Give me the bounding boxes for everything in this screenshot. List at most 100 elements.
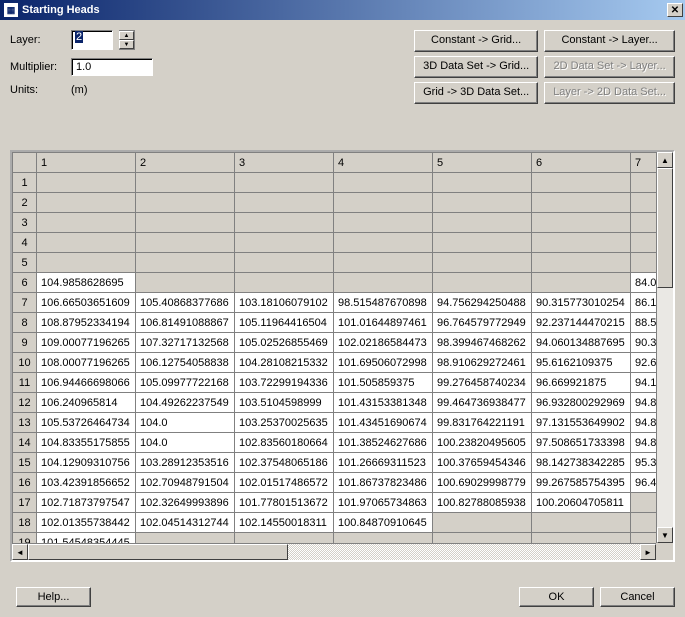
grid-cell[interactable]: 108.00077196265: [37, 353, 136, 373]
grid-cell[interactable]: 101.43451690674: [334, 413, 433, 433]
horizontal-scrollbar[interactable]: ◄ ►: [12, 543, 656, 560]
grid-cell[interactable]: [532, 233, 631, 253]
grid-cell[interactable]: 100.84870910645: [334, 513, 433, 533]
scroll-up-icon[interactable]: ▲: [657, 152, 673, 168]
grid-col-header[interactable]: 6: [532, 153, 631, 173]
grid-cell[interactable]: [235, 253, 334, 273]
grid-cell[interactable]: 101.77801513672: [235, 493, 334, 513]
grid-cell[interactable]: [433, 253, 532, 273]
grid-cell[interactable]: [37, 233, 136, 253]
grid-cell[interactable]: 101.86737823486: [334, 473, 433, 493]
grid-cell[interactable]: 106.94466698066: [37, 373, 136, 393]
grid-cell[interactable]: [433, 513, 532, 533]
grid-cell[interactable]: [37, 193, 136, 213]
grid-cell[interactable]: [334, 233, 433, 253]
grid-cell[interactable]: 94.060134887695: [532, 333, 631, 353]
grid-cell[interactable]: 99.276458740234: [433, 373, 532, 393]
grid-cell[interactable]: 101.38524627686: [334, 433, 433, 453]
grid-corner-header[interactable]: [13, 153, 37, 173]
grid-row-header[interactable]: 3: [13, 213, 37, 233]
scroll-thumb-h[interactable]: [28, 544, 288, 560]
grid-cell[interactable]: 102.70948791504: [136, 473, 235, 493]
grid-cell[interactable]: 106.240965814: [37, 393, 136, 413]
grid-cell[interactable]: 101.26669311523: [334, 453, 433, 473]
grid-cell[interactable]: [532, 193, 631, 213]
grid-cell[interactable]: 109.00077196265: [37, 333, 136, 353]
grid-cell[interactable]: [334, 273, 433, 293]
grid-cell[interactable]: [136, 213, 235, 233]
spinner-down-icon[interactable]: ▼: [119, 40, 134, 49]
grid-cell[interactable]: 96.764579772949: [433, 313, 532, 333]
multiplier-input[interactable]: 1.0: [71, 58, 153, 76]
grid-row-header[interactable]: 10: [13, 353, 37, 373]
scroll-left-icon[interactable]: ◄: [12, 544, 28, 560]
grid-cell[interactable]: [136, 173, 235, 193]
grid-cell[interactable]: [136, 193, 235, 213]
grid-row-header[interactable]: 9: [13, 333, 37, 353]
grid-cell[interactable]: [334, 213, 433, 233]
grid-row-header[interactable]: 11: [13, 373, 37, 393]
grid-cell[interactable]: [433, 273, 532, 293]
grid-cell[interactable]: 96.932800292969: [532, 393, 631, 413]
grid-row-header[interactable]: 7: [13, 293, 37, 313]
scroll-right-icon[interactable]: ►: [640, 544, 656, 560]
grid-cell[interactable]: [235, 273, 334, 293]
grid-cell[interactable]: [532, 273, 631, 293]
grid-row-header[interactable]: 14: [13, 433, 37, 453]
grid-cell[interactable]: 98.399467468262: [433, 333, 532, 353]
grid-cell[interactable]: 103.5104598999: [235, 393, 334, 413]
grid-cell[interactable]: 97.508651733398: [532, 433, 631, 453]
grid-row-header[interactable]: 16: [13, 473, 37, 493]
grid-cell[interactable]: [532, 513, 631, 533]
grid-cell[interactable]: 104.0: [136, 433, 235, 453]
grid-cell[interactable]: 99.267585754395: [532, 473, 631, 493]
grid-cell[interactable]: 103.28912353516: [136, 453, 235, 473]
grid-cell[interactable]: 100.37659454346: [433, 453, 532, 473]
grid-cell[interactable]: [136, 233, 235, 253]
grid-cell[interactable]: 102.02186584473: [334, 333, 433, 353]
grid-row-header[interactable]: 13: [13, 413, 37, 433]
grid-cell[interactable]: [334, 253, 433, 273]
grid-cell[interactable]: [433, 193, 532, 213]
grid-cell[interactable]: 105.53726464734: [37, 413, 136, 433]
grid-cell[interactable]: 102.71873797547: [37, 493, 136, 513]
help-button[interactable]: Help...: [16, 587, 91, 607]
grid-col-header[interactable]: 2: [136, 153, 235, 173]
grid-cell[interactable]: 105.02526855469: [235, 333, 334, 353]
grid-cell[interactable]: 102.01355738442: [37, 513, 136, 533]
constant-to-grid-button[interactable]: Constant -> Grid...: [414, 30, 538, 52]
grid-cell[interactable]: 96.669921875: [532, 373, 631, 393]
grid-cell[interactable]: [433, 233, 532, 253]
grid-cell[interactable]: 98.515487670898: [334, 293, 433, 313]
grid-cell[interactable]: 100.69029998779: [433, 473, 532, 493]
grid-cell[interactable]: [532, 253, 631, 273]
grid-cell[interactable]: 92.237144470215: [532, 313, 631, 333]
grid-cell[interactable]: 101.69506072998: [334, 353, 433, 373]
grid-cell[interactable]: 106.66503651609: [37, 293, 136, 313]
layer-input[interactable]: 2: [71, 30, 113, 50]
grid-cell[interactable]: 101.505859375: [334, 373, 433, 393]
grid-cell[interactable]: 101.43153381348: [334, 393, 433, 413]
grid-row-header[interactable]: 18: [13, 513, 37, 533]
grid-cell[interactable]: 105.11964416504: [235, 313, 334, 333]
grid-cell[interactable]: 106.81491088867: [136, 313, 235, 333]
grid-col-header[interactable]: 4: [334, 153, 433, 173]
grid-cell[interactable]: 104.9858628695: [37, 273, 136, 293]
grid-cell[interactable]: 90.315773010254: [532, 293, 631, 313]
grid-row-header[interactable]: 6: [13, 273, 37, 293]
grid-cell[interactable]: 102.37548065186: [235, 453, 334, 473]
grid-col-header[interactable]: 3: [235, 153, 334, 173]
grid-cell[interactable]: 103.72299194336: [235, 373, 334, 393]
grid-cell[interactable]: 108.87952334194: [37, 313, 136, 333]
grid-cell[interactable]: 102.32649993896: [136, 493, 235, 513]
grid-cell[interactable]: 95.6162109375: [532, 353, 631, 373]
scroll-thumb-v[interactable]: [657, 168, 673, 288]
grid-cell[interactable]: [37, 253, 136, 273]
grid-cell[interactable]: 94.756294250488: [433, 293, 532, 313]
grid-row-header[interactable]: 17: [13, 493, 37, 513]
grid-cell[interactable]: 104.28108215332: [235, 353, 334, 373]
grid-row-header[interactable]: 2: [13, 193, 37, 213]
grid-cell[interactable]: 105.40868377686: [136, 293, 235, 313]
grid-cell[interactable]: 104.49262237549: [136, 393, 235, 413]
grid-cell[interactable]: 107.32717132568: [136, 333, 235, 353]
